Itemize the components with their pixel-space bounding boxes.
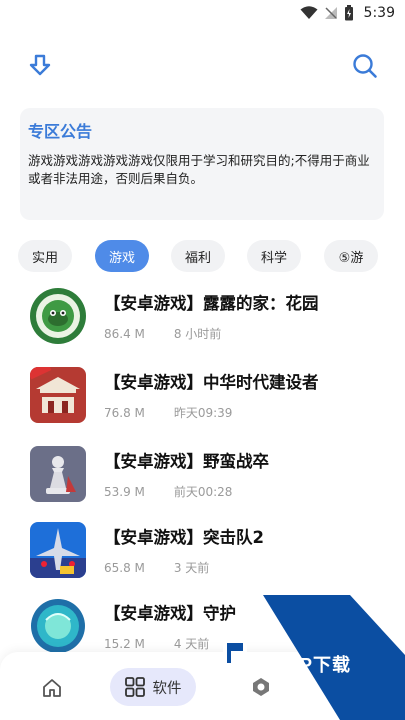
- app-title: 【安卓游戏】突击队2: [104, 528, 264, 547]
- wifi-icon: [300, 6, 318, 19]
- app-time: 3 天前: [173, 561, 210, 575]
- list-item[interactable]: 【安卓游戏】野蛮战卒 53.9 M 前天00:28: [0, 442, 405, 514]
- category-tabs: 实用 游戏 福利 科学 ⑤游: [18, 240, 405, 274]
- announcement-title: 专区公告: [28, 122, 93, 141]
- grid-icon: [124, 677, 145, 697]
- list-item[interactable]: 【安卓游戏】突击队2 65.8 M 3 天前: [0, 518, 405, 590]
- palace-icon: [30, 367, 86, 423]
- no-signal-icon: [324, 7, 337, 19]
- app-size: 15.2 M: [104, 637, 145, 651]
- tab-science[interactable]: 科学: [247, 240, 301, 272]
- app-time: 4 天前: [173, 637, 210, 651]
- app-size: 86.4 M: [104, 327, 145, 341]
- list-item[interactable]: 【安卓游戏】露露的家：花园 86.4 M 8 小时前: [0, 284, 405, 356]
- nav-discover-button[interactable]: [250, 676, 272, 698]
- app-time: 昨天09:39: [173, 406, 233, 420]
- app-title: 【安卓游戏】露露的家：花园: [104, 294, 319, 313]
- tab-welfare[interactable]: 福利: [171, 240, 225, 272]
- chess-pawn-icon: [30, 446, 86, 502]
- app-title: 【安卓游戏】守护: [104, 604, 236, 623]
- download-arrow-icon: [29, 54, 51, 76]
- home-icon: [43, 679, 61, 697]
- search-button[interactable]: [351, 52, 379, 80]
- app-time: 8 小时前: [173, 327, 222, 341]
- glowing-orb-icon: [30, 598, 86, 654]
- app-time: 前天00:28: [173, 485, 233, 499]
- download-button[interactable]: [26, 52, 54, 80]
- bottom-navigation: 软件: [0, 652, 405, 720]
- discover-icon: [253, 678, 269, 696]
- fighter-jet-icon: [30, 522, 86, 578]
- announcement-body: 游戏游戏游戏游戏游戏仅限用于学习和研究目的;不得用于商业或者非法用途，否则后果自…: [28, 153, 370, 186]
- app-size: 53.9 M: [104, 485, 145, 499]
- app-title: 【安卓游戏】中华时代建设者: [104, 373, 319, 392]
- list-item[interactable]: 【安卓游戏】中华时代建设者 76.8 M 昨天09:39: [0, 363, 405, 435]
- app-meta: 65.8 M 3 天前: [104, 559, 209, 576]
- plant-flower-icon: [30, 288, 86, 344]
- search-icon: [353, 54, 377, 78]
- battery-icon: [344, 5, 353, 21]
- tab-five-games[interactable]: ⑤游: [324, 240, 378, 272]
- status-icons: 5:39: [300, 5, 395, 21]
- nav-home-button[interactable]: [40, 676, 64, 700]
- tab-games[interactable]: 游戏: [95, 240, 149, 272]
- nav-software-button[interactable]: 软件: [110, 668, 196, 706]
- app-meta: 86.4 M 8 小时前: [104, 325, 221, 342]
- app-meta: 15.2 M 4 天前: [104, 635, 209, 652]
- tab-practical[interactable]: 实用: [18, 240, 72, 272]
- app-size: 76.8 M: [104, 406, 145, 420]
- app-size: 65.8 M: [104, 561, 145, 575]
- status-time: 5:39: [363, 5, 395, 21]
- app-meta: 53.9 M 前天00:28: [104, 483, 232, 500]
- nav-software-label: 软件: [152, 680, 182, 697]
- app-title: 【安卓游戏】野蛮战卒: [104, 452, 269, 471]
- announcement-card: 专区公告 游戏游戏游戏游戏游戏仅限用于学习和研究目的;不得用于商业或者非法用途，…: [20, 108, 384, 220]
- app-meta: 76.8 M 昨天09:39: [104, 404, 232, 421]
- status-bar: 5:39: [0, 0, 405, 28]
